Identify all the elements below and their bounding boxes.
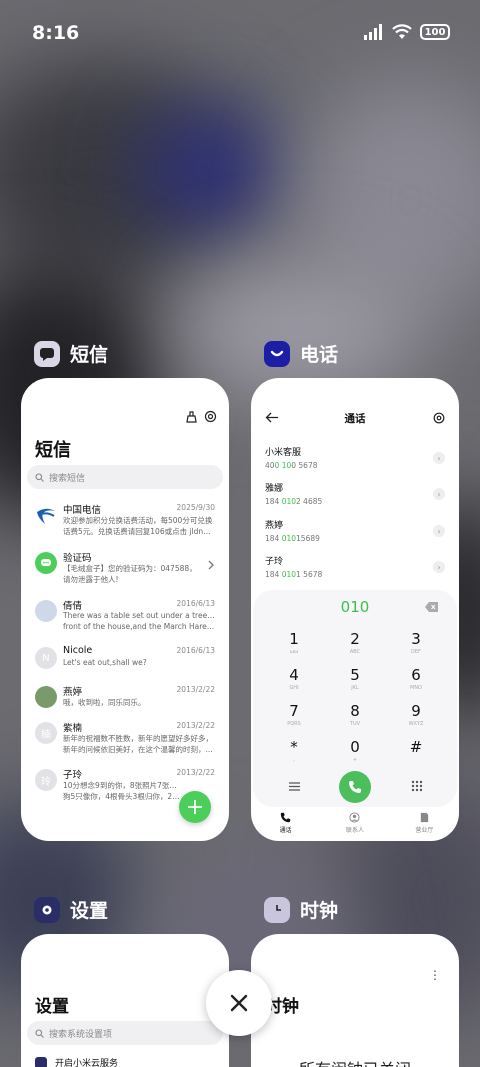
more-options-icon[interactable]: ⋮ <box>429 968 441 982</box>
phone-app-card[interactable]: 通话 小米客服 400 100 5678 › 雅娜 184 0102 4685 … <box>251 378 459 841</box>
clean-icon[interactable] <box>185 410 198 423</box>
avatar: N <box>35 647 57 669</box>
dial-key[interactable]: 9 WXYZ <box>391 702 441 727</box>
dial-key[interactable]: 3 DEF <box>391 630 441 655</box>
settings-item-cloud[interactable]: 开启小米云服务 <box>35 1056 118 1067</box>
dial-key[interactable]: 0 + <box>330 738 380 763</box>
phone-tab-bar: 通话 联系人 营业厅 <box>251 807 459 841</box>
phone-app-icon <box>264 340 290 367</box>
sms-search-input[interactable]: 搜索短信 <box>27 465 223 489</box>
search-icon <box>35 1028 44 1038</box>
signal-icon <box>364 24 382 40</box>
dial-key[interactable]: # <box>391 738 441 757</box>
close-icon <box>230 994 248 1012</box>
phone-call-icon <box>349 781 361 793</box>
chevron-right-icon[interactable]: › <box>433 561 445 573</box>
tab-calls[interactable]: 通话 <box>251 807 320 841</box>
phone-page-title: 通话 <box>344 413 366 425</box>
clock-app-name: 时钟 <box>300 900 339 922</box>
tab-service-hall[interactable]: 营业厅 <box>390 807 459 841</box>
backspace-icon[interactable] <box>425 602 439 612</box>
avatar: 玲 <box>35 769 57 791</box>
clock-app-card[interactable]: ⋮ 时钟 所有闹钟已关闭 <box>251 934 459 1067</box>
battery-indicator: 100 <box>420 24 450 40</box>
contact-suggestion[interactable]: 雅娜 184 0102 4685 › <box>265 481 445 513</box>
cloud-icon <box>35 1056 47 1067</box>
sim-card-icon <box>420 812 428 823</box>
app-label-phone[interactable]: 电话 <box>264 340 338 367</box>
app-label-clock[interactable]: 时钟 <box>264 896 338 923</box>
settings-app-icon <box>34 896 60 923</box>
phone-app-name: 电话 <box>300 344 339 366</box>
tab-contacts[interactable]: 联系人 <box>320 807 389 841</box>
phone-icon <box>280 812 291 823</box>
new-message-button[interactable]: + <box>179 791 211 823</box>
china-telecom-logo <box>35 504 57 526</box>
chevron-right-icon <box>208 560 214 570</box>
dialpad: 010 1 ωω 2 ABC 3 DEF 4 GHI 5 JKL 6 MNO 7 PQRS 8… <box>253 590 457 807</box>
settings-gear-icon[interactable] <box>433 412 445 424</box>
call-button[interactable] <box>339 771 371 803</box>
sms-app-name: 短信 <box>70 344 109 366</box>
message-item[interactable]: 倩倩 2016/6/13 There was a table set out u… <box>21 596 229 642</box>
dial-key[interactable]: 5 JKL <box>330 666 380 691</box>
settings-gear-icon[interactable] <box>204 410 217 423</box>
message-item[interactable]: 中国电信 2025/9/30 欢迎参加积分兑换话费活动，每500分可兑换 话费5… <box>21 500 229 546</box>
dial-key[interactable]: 7 PQRS <box>269 702 319 727</box>
settings-app-card[interactable]: 设置 搜索系统设置项 开启小米云服务 <box>21 934 229 1067</box>
avatar <box>35 600 57 622</box>
chevron-right-icon[interactable]: › <box>433 525 445 537</box>
verification-icon <box>35 552 57 574</box>
clock-app-icon <box>264 896 290 923</box>
keypad-grid-icon[interactable] <box>411 780 423 792</box>
avatar <box>35 686 57 708</box>
wifi-icon <box>392 24 412 39</box>
search-icon <box>35 472 44 482</box>
dial-key[interactable]: 2 ABC <box>330 630 380 655</box>
status-time: 8:16 <box>32 22 80 44</box>
settings-page-title: 设置 <box>35 997 69 1017</box>
contact-suggestion[interactable]: 小米客服 400 100 5678 › <box>265 445 445 477</box>
sms-app-card[interactable]: 短信 搜索短信 中国电信 2025/9/30 欢迎参加积分兑换话费活动，每500… <box>21 378 229 841</box>
chevron-right-icon[interactable]: › <box>433 452 445 464</box>
menu-icon[interactable] <box>289 782 300 791</box>
clock-empty-state: 所有闹钟已关闭 <box>251 1056 459 1067</box>
sms-page-title: 短信 <box>35 440 71 461</box>
app-label-sms[interactable]: 短信 <box>34 340 108 367</box>
contact-suggestion[interactable]: 子玲 184 0101 5678 › <box>265 554 445 586</box>
person-icon <box>349 812 361 823</box>
clear-all-button[interactable] <box>206 970 272 1036</box>
app-label-settings[interactable]: 设置 <box>34 896 108 923</box>
settings-search-input[interactable]: 搜索系统设置项 <box>27 1021 223 1045</box>
dial-key[interactable]: *, <box>269 738 319 763</box>
message-item[interactable]: 楠 紫楠 2013/2/22 新年的祝福数不胜数，新年的愿望好多好多， 新年的问… <box>21 718 229 764</box>
dial-key[interactable]: 1 ωω <box>269 630 319 655</box>
dial-key[interactable]: 8 TUV <box>330 702 380 727</box>
settings-app-name: 设置 <box>70 900 109 922</box>
dial-key[interactable]: 6 MNO <box>391 666 441 691</box>
avatar: 楠 <box>35 722 57 744</box>
chevron-right-icon[interactable]: › <box>433 488 445 500</box>
dial-key[interactable]: 4 GHI <box>269 666 319 691</box>
contact-suggestion[interactable]: 燕婷 184 01015689 › <box>265 518 445 550</box>
sms-app-icon <box>34 340 60 367</box>
message-item[interactable]: 验证码 【毛绒盒子】您的验证码为：047588， 请勿泄露于他人! <box>21 548 229 594</box>
status-bar: 8:16 100 <box>0 0 480 68</box>
